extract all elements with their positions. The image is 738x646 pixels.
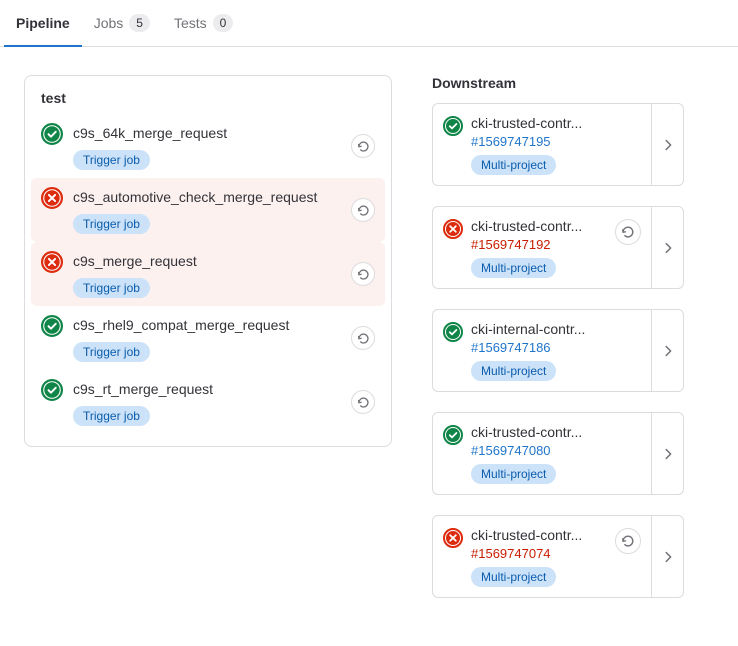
downstream-title: Downstream — [432, 75, 684, 91]
downstream-name: cki-trusted-contr... — [471, 526, 607, 544]
job-body: c9s_automotive_check_merge_request Trigge… — [73, 186, 341, 234]
chevron-right-icon — [661, 447, 675, 461]
retry-button[interactable] — [351, 134, 375, 158]
tabs-bar: Pipeline Jobs 5 Tests 0 — [0, 0, 738, 47]
downstream-pipeline-id[interactable]: #1569747080 — [471, 443, 641, 458]
chevron-right-icon — [661, 344, 675, 358]
job-body: c9s_rt_merge_request Trigger job — [73, 378, 341, 426]
downstream-body: cki-trusted-contr... #1569747192 Multi-pro… — [471, 217, 607, 278]
downstream-body: cki-trusted-contr... #1569747195 Multi-pro… — [471, 114, 641, 175]
downstream-name: cki-trusted-contr... — [471, 423, 641, 441]
retry-button[interactable] — [351, 326, 375, 350]
job-name: c9s_rt_merge_request — [73, 378, 341, 399]
tab-label: Tests — [174, 15, 207, 31]
job-item[interactable]: c9s_rt_merge_request Trigger job — [31, 370, 385, 434]
downstream-card: cki-trusted-contr... #1569747195 Multi-pro… — [432, 103, 684, 186]
trigger-job-badge: Trigger job — [73, 406, 150, 426]
multi-project-badge: Multi-project — [471, 155, 556, 175]
job-item[interactable]: c9s_automotive_check_merge_request Trigge… — [31, 178, 385, 242]
downstream-body: cki-internal-contr... #1569747186 Multi-pr… — [471, 320, 641, 381]
downstream-main[interactable]: cki-trusted-contr... #1569747074 Multi-pro… — [433, 516, 651, 597]
downstream-column: Downstream cki-trusted-contr... #15697471… — [432, 75, 684, 618]
retry-button[interactable] — [351, 390, 375, 414]
tab-count-badge: 0 — [213, 14, 234, 32]
downstream-pipeline-id[interactable]: #1569747192 — [471, 237, 607, 252]
job-list: c9s_64k_merge_requestTrigger jobc9s_auto… — [25, 110, 391, 438]
downstream-card: cki-trusted-contr... #1569747080 Multi-pro… — [432, 412, 684, 495]
trigger-job-badge: Trigger job — [73, 342, 150, 362]
downstream-main[interactable]: cki-trusted-contr... #1569747195 Multi-pro… — [433, 104, 651, 185]
chevron-right-icon — [661, 241, 675, 255]
downstream-main[interactable]: cki-internal-contr... #1569747186 Multi-pr… — [433, 310, 651, 391]
status-passed-icon — [41, 379, 63, 401]
expand-button[interactable] — [651, 413, 683, 494]
chevron-right-icon — [661, 550, 675, 564]
downstream-card: cki-trusted-contr... #1569747192 Multi-pro… — [432, 206, 684, 289]
downstream-pipeline-id[interactable]: #1569747074 — [471, 546, 607, 561]
tab-label: Pipeline — [16, 15, 70, 31]
downstream-main[interactable]: cki-trusted-contr... #1569747080 Multi-pro… — [433, 413, 651, 494]
job-item[interactable]: c9s_merge_request Trigger job — [31, 242, 385, 306]
retry-button[interactable] — [615, 219, 641, 245]
multi-project-badge: Multi-project — [471, 567, 556, 587]
downstream-main[interactable]: cki-trusted-contr... #1569747192 Multi-pro… — [433, 207, 651, 288]
tab-count-badge: 5 — [129, 14, 150, 32]
job-name: c9s_merge_request — [73, 250, 341, 271]
downstream-pipeline-id[interactable]: #1569747186 — [471, 340, 641, 355]
status-passed-icon — [41, 315, 63, 337]
expand-button[interactable] — [651, 207, 683, 288]
retry-button[interactable] — [351, 198, 375, 222]
status-passed-icon — [443, 425, 463, 445]
job-item[interactable]: c9s_64k_merge_request Trigger job — [31, 114, 385, 178]
job-body: c9s_rhel9_compat_merge_request Trigger jo… — [73, 314, 341, 362]
tab-pipeline[interactable]: Pipeline — [4, 0, 82, 46]
trigger-job-badge: Trigger job — [73, 278, 150, 298]
downstream-card: cki-internal-contr... #1569747186 Multi-pr… — [432, 309, 684, 392]
status-passed-icon — [41, 123, 63, 145]
pipeline-content: test c9s_64k_merge_requestTrigger jobc9s… — [0, 47, 738, 646]
trigger-job-badge: Trigger job — [73, 150, 150, 170]
expand-button[interactable] — [651, 516, 683, 597]
tab-jobs[interactable]: Jobs 5 — [82, 0, 162, 46]
downstream-name: cki-trusted-contr... — [471, 114, 641, 132]
chevron-right-icon — [661, 138, 675, 152]
downstream-body: cki-trusted-contr... #1569747080 Multi-pro… — [471, 423, 641, 484]
multi-project-badge: Multi-project — [471, 258, 556, 278]
tab-label: Jobs — [94, 15, 124, 31]
downstream-card: cki-trusted-contr... #1569747074 Multi-pro… — [432, 515, 684, 598]
multi-project-badge: Multi-project — [471, 464, 556, 484]
status-failed-icon — [41, 251, 63, 273]
status-failed-icon — [443, 528, 463, 548]
job-body: c9s_merge_request Trigger job — [73, 250, 341, 298]
trigger-job-badge: Trigger job — [73, 214, 150, 234]
downstream-list: cki-trusted-contr... #1569747195 Multi-pro… — [432, 103, 684, 598]
job-name: c9s_automotive_check_merge_request — [73, 186, 341, 207]
retry-button[interactable] — [351, 262, 375, 286]
downstream-name: cki-trusted-contr... — [471, 217, 607, 235]
downstream-body: cki-trusted-contr... #1569747074 Multi-pro… — [471, 526, 607, 587]
status-passed-icon — [443, 322, 463, 342]
stage-title: test — [25, 76, 391, 110]
expand-button[interactable] — [651, 310, 683, 391]
job-body: c9s_64k_merge_request Trigger job — [73, 122, 341, 170]
downstream-name: cki-internal-contr... — [471, 320, 641, 338]
tab-tests[interactable]: Tests 0 — [162, 0, 245, 46]
multi-project-badge: Multi-project — [471, 361, 556, 381]
status-failed-icon — [41, 187, 63, 209]
retry-button[interactable] — [615, 528, 641, 554]
job-item[interactable]: c9s_rhel9_compat_merge_request Trigger jo… — [31, 306, 385, 370]
downstream-pipeline-id[interactable]: #1569747195 — [471, 134, 641, 149]
job-name: c9s_rhel9_compat_merge_request — [73, 314, 341, 335]
stage-card-test: test c9s_64k_merge_requestTrigger jobc9s… — [24, 75, 392, 447]
job-name: c9s_64k_merge_request — [73, 122, 341, 143]
expand-button[interactable] — [651, 104, 683, 185]
status-passed-icon — [443, 116, 463, 136]
status-failed-icon — [443, 219, 463, 239]
